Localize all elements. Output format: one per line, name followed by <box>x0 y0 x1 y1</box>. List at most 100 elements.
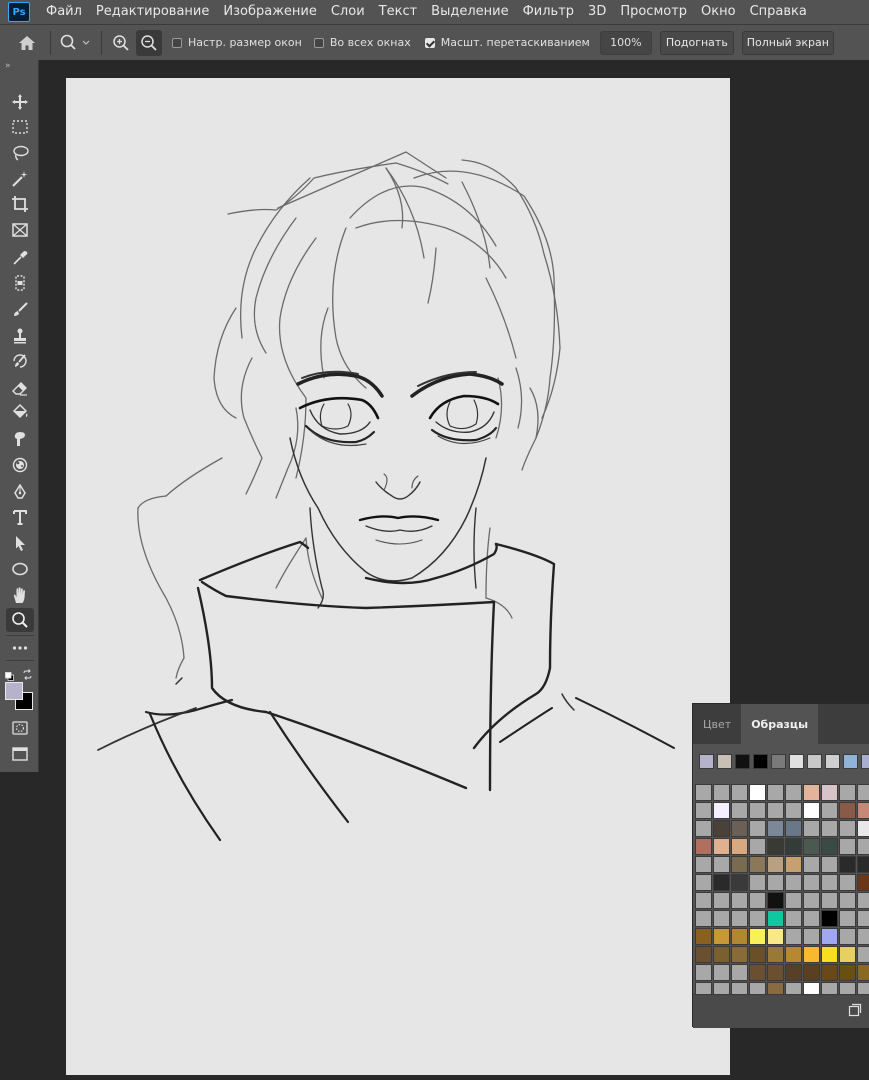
brush-icon[interactable] <box>6 298 34 322</box>
menu-type[interactable]: Текст <box>371 0 424 24</box>
swatch-cell[interactable] <box>839 964 856 981</box>
swatch-cell[interactable] <box>821 820 838 837</box>
swatch-cell[interactable] <box>731 874 748 891</box>
swatch-cell[interactable] <box>803 946 820 963</box>
crop-icon[interactable] <box>6 192 34 216</box>
swatch-cell[interactable] <box>767 928 784 945</box>
swatch-cell[interactable] <box>821 946 838 963</box>
swatch-cell[interactable] <box>839 856 856 873</box>
swatch-cell[interactable] <box>785 820 802 837</box>
zoom-icon[interactable] <box>6 608 34 632</box>
swatch-cell[interactable] <box>731 946 748 963</box>
screen-mode-icon[interactable] <box>6 742 34 766</box>
scrubby-zoom-option[interactable]: Масшт. перетаскиванием <box>424 36 590 49</box>
swatch-cell[interactable] <box>767 838 784 855</box>
swatch-cell[interactable] <box>803 784 820 801</box>
swatch-cell[interactable] <box>785 982 802 994</box>
swatch-cell[interactable] <box>785 802 802 819</box>
new-swatch-icon[interactable] <box>848 1002 862 1017</box>
swatch-cell[interactable] <box>695 928 712 945</box>
swatch-cell[interactable] <box>839 946 856 963</box>
swatch-cell[interactable] <box>695 820 712 837</box>
swatch-cell[interactable] <box>857 910 869 927</box>
type-icon[interactable] <box>6 505 34 529</box>
swatch-cell[interactable] <box>749 784 766 801</box>
swatch-cell[interactable] <box>713 928 730 945</box>
swatch-cell[interactable] <box>695 838 712 855</box>
marquee-icon[interactable] <box>6 115 34 139</box>
swatch-cell[interactable] <box>749 982 766 994</box>
swap-colors-icon[interactable] <box>22 665 33 680</box>
swatch-cell[interactable] <box>785 964 802 981</box>
default-colors-icon[interactable] <box>5 666 14 681</box>
foreground-color-swatch[interactable] <box>5 682 23 700</box>
fit-screen-button[interactable]: Подогнать <box>659 30 734 55</box>
swatch-cell[interactable] <box>695 910 712 927</box>
menu-3d[interactable]: 3D <box>580 0 612 24</box>
more-tools-icon[interactable] <box>6 636 34 660</box>
swatch-cell[interactable] <box>767 892 784 909</box>
swatch-cell[interactable] <box>839 838 856 855</box>
path-select-icon[interactable] <box>6 531 34 555</box>
swatch-cell[interactable] <box>731 820 748 837</box>
swatch-cell[interactable] <box>731 964 748 981</box>
swatch-cell[interactable] <box>839 928 856 945</box>
swatch-cell[interactable] <box>713 982 730 994</box>
recent-swatch[interactable] <box>861 754 869 769</box>
swatch-cell[interactable] <box>839 802 856 819</box>
swatch-cell[interactable] <box>785 928 802 945</box>
swatch-cell[interactable] <box>713 802 730 819</box>
menu-image[interactable]: Изображение <box>215 0 322 24</box>
swatch-cell[interactable] <box>713 946 730 963</box>
dodge-icon[interactable] <box>6 453 34 477</box>
document-canvas[interactable] <box>66 78 730 1075</box>
swatch-cell[interactable] <box>695 856 712 873</box>
swatch-cell[interactable] <box>803 874 820 891</box>
swatch-cell[interactable] <box>713 838 730 855</box>
swatch-cell[interactable] <box>803 856 820 873</box>
swatch-cell[interactable] <box>767 856 784 873</box>
swatch-cell[interactable] <box>785 784 802 801</box>
swatch-cell[interactable] <box>767 964 784 981</box>
swatch-cell[interactable] <box>839 874 856 891</box>
swatch-cell[interactable] <box>695 784 712 801</box>
history-brush-icon[interactable] <box>6 349 34 373</box>
swatch-cell[interactable] <box>731 784 748 801</box>
swatch-cell[interactable] <box>695 802 712 819</box>
swatch-cell[interactable] <box>713 784 730 801</box>
swatch-cell[interactable] <box>749 964 766 981</box>
swatch-cell[interactable] <box>821 892 838 909</box>
swatch-cell[interactable] <box>839 910 856 927</box>
swatch-cell[interactable] <box>857 838 869 855</box>
swatch-cell[interactable] <box>785 946 802 963</box>
swatch-cell[interactable] <box>749 820 766 837</box>
swatch-cell[interactable] <box>821 874 838 891</box>
menu-layers[interactable]: Слои <box>323 0 371 24</box>
fill-screen-button[interactable]: Полный экран <box>741 30 834 55</box>
swatch-cell[interactable] <box>821 802 838 819</box>
eraser-icon[interactable] <box>6 376 34 400</box>
menu-filter[interactable]: Фильтр <box>515 0 580 24</box>
swatch-cell[interactable] <box>857 946 869 963</box>
swatch-cell[interactable] <box>767 946 784 963</box>
swatch-cell[interactable] <box>713 910 730 927</box>
swatch-cell[interactable] <box>785 838 802 855</box>
swatch-cell[interactable] <box>785 874 802 891</box>
recent-swatch[interactable] <box>789 754 804 769</box>
swatch-cell[interactable] <box>803 928 820 945</box>
swatch-cell[interactable] <box>695 964 712 981</box>
frame-icon[interactable] <box>6 218 34 242</box>
home-icon[interactable] <box>14 30 40 56</box>
swatch-cell[interactable] <box>731 892 748 909</box>
swatch-cell[interactable] <box>749 838 766 855</box>
swatch-cell[interactable] <box>821 838 838 855</box>
eyedropper-icon[interactable] <box>6 246 34 270</box>
swatch-cell[interactable] <box>713 856 730 873</box>
swatch-cell[interactable] <box>713 820 730 837</box>
menu-help[interactable]: Справка <box>742 0 813 24</box>
scrubby-zoom-checkbox[interactable] <box>424 37 435 48</box>
magic-wand-icon[interactable] <box>6 167 34 191</box>
swatch-cell[interactable] <box>785 856 802 873</box>
recent-swatch[interactable] <box>699 754 714 769</box>
swatch-cell[interactable] <box>695 982 712 994</box>
